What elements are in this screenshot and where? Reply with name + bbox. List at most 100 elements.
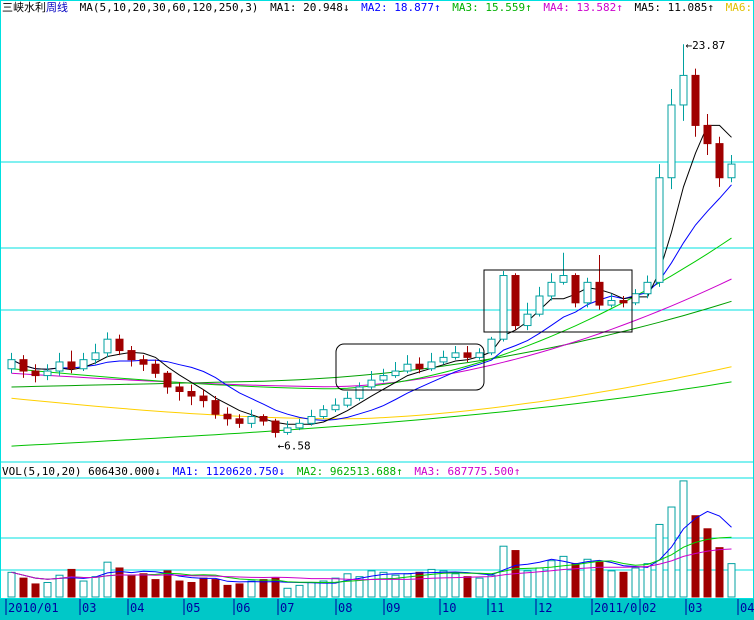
candle-body[interactable] <box>679 74 688 106</box>
volume-bar[interactable] <box>283 587 292 598</box>
candle-body[interactable] <box>103 338 112 354</box>
candle-body[interactable] <box>691 74 700 126</box>
candle-body[interactable] <box>163 372 172 388</box>
candle-body[interactable] <box>595 281 604 306</box>
volume-bar[interactable] <box>631 567 640 598</box>
volume-bar[interactable] <box>67 568 76 598</box>
volume-bar[interactable] <box>559 555 568 598</box>
volume-bar[interactable] <box>679 480 688 598</box>
volume-bar[interactable] <box>247 580 256 598</box>
candle-body[interactable] <box>31 370 40 377</box>
candle-body[interactable] <box>271 420 280 433</box>
volume-bar[interactable] <box>295 584 304 598</box>
volume-bar[interactable] <box>79 580 88 598</box>
volume-bar[interactable] <box>463 576 472 598</box>
candle-body[interactable] <box>223 413 232 420</box>
candle-body[interactable] <box>439 356 448 363</box>
candle-body[interactable] <box>415 363 424 370</box>
volume-bar[interactable] <box>235 583 244 598</box>
candle-body[interactable] <box>631 293 640 304</box>
candle-body[interactable] <box>391 370 400 377</box>
volume-bar[interactable] <box>7 571 16 598</box>
volume-bar[interactable] <box>19 577 28 598</box>
volume-bar[interactable] <box>223 584 232 598</box>
candle-body[interactable] <box>523 313 532 327</box>
candle-body[interactable] <box>535 295 544 315</box>
candle-body[interactable] <box>427 361 436 370</box>
candle-body[interactable] <box>151 363 160 374</box>
candle-body[interactable] <box>343 397 352 406</box>
candle-body[interactable] <box>199 395 208 402</box>
candle-body[interactable] <box>43 370 52 377</box>
candle-body[interactable] <box>247 416 256 424</box>
candle-body[interactable] <box>235 418 244 424</box>
candle-body[interactable] <box>211 400 220 415</box>
candle-body[interactable] <box>7 359 16 370</box>
volume-bar[interactable] <box>31 583 40 598</box>
candle-body[interactable] <box>619 300 628 304</box>
chart-canvas[interactable]: ←23.87 ←6.58 2010/01 03 04 05 06 07 08 09 10 11 12 20… <box>0 0 754 620</box>
candle-body[interactable] <box>571 275 580 304</box>
volume-bar[interactable] <box>643 563 652 598</box>
candle-body[interactable] <box>283 427 292 433</box>
candle-body[interactable] <box>487 338 496 354</box>
candle-body[interactable] <box>187 391 196 397</box>
volume-bar[interactable] <box>547 560 556 598</box>
volume-bar[interactable] <box>91 576 100 598</box>
volume-bar[interactable] <box>715 547 724 598</box>
candle-body[interactable] <box>295 422 304 429</box>
candle-body[interactable] <box>463 352 472 358</box>
volume-bar[interactable] <box>175 580 184 598</box>
volume-bar[interactable] <box>187 581 196 598</box>
volume-bar[interactable] <box>199 577 208 598</box>
candle-body[interactable] <box>451 352 460 358</box>
candle-body[interactable] <box>139 359 148 365</box>
volume-bar[interactable] <box>439 570 448 598</box>
volume-bar[interactable] <box>43 581 52 598</box>
volume-bar[interactable] <box>619 571 628 598</box>
candle-body[interactable] <box>475 352 484 358</box>
candle-body[interactable] <box>259 416 268 422</box>
volume-bar[interactable] <box>523 570 532 598</box>
volume-bar[interactable] <box>307 581 316 598</box>
volume-bar[interactable] <box>331 577 340 598</box>
volume-bar[interactable] <box>367 570 376 598</box>
volume-bar[interactable] <box>115 567 124 598</box>
volume-bar[interactable] <box>691 515 700 598</box>
volume-bar[interactable] <box>583 558 592 598</box>
volume-bar[interactable] <box>727 563 736 598</box>
volume-bar[interactable] <box>271 577 280 598</box>
candle-body[interactable] <box>715 143 724 179</box>
volume-bar[interactable] <box>343 573 352 598</box>
candle-body[interactable] <box>403 363 412 372</box>
candle-body[interactable] <box>355 386 364 399</box>
candle-body[interactable] <box>643 281 652 295</box>
candle-body[interactable] <box>703 124 712 145</box>
candle-body[interactable] <box>115 338 124 352</box>
candle-body[interactable] <box>655 177 664 283</box>
volume-bar[interactable] <box>487 574 496 598</box>
candle-body[interactable] <box>175 386 184 393</box>
volume-bar[interactable] <box>127 574 136 598</box>
volume-bar[interactable] <box>151 579 160 598</box>
volume-bar[interactable] <box>211 579 220 598</box>
candle-body[interactable] <box>727 163 736 179</box>
volume-bar[interactable] <box>103 561 112 598</box>
candle-body[interactable] <box>91 352 100 361</box>
candle-body[interactable] <box>499 275 508 340</box>
candle-body[interactable] <box>379 375 388 381</box>
candle-body[interactable] <box>511 275 520 327</box>
candle-body[interactable] <box>307 416 316 424</box>
candle-body[interactable] <box>667 104 676 179</box>
candle-body[interactable] <box>19 359 28 372</box>
volume-bar[interactable] <box>139 573 148 598</box>
candle-body[interactable] <box>79 359 88 370</box>
volume-bar[interactable] <box>607 570 616 598</box>
candle-body[interactable] <box>331 404 340 411</box>
candle-body[interactable] <box>547 281 556 297</box>
candle-body[interactable] <box>559 275 568 283</box>
candle-body[interactable] <box>367 379 376 388</box>
candle-body[interactable] <box>319 409 328 418</box>
volume-bar[interactable] <box>475 577 484 598</box>
candle-body[interactable] <box>127 350 136 361</box>
